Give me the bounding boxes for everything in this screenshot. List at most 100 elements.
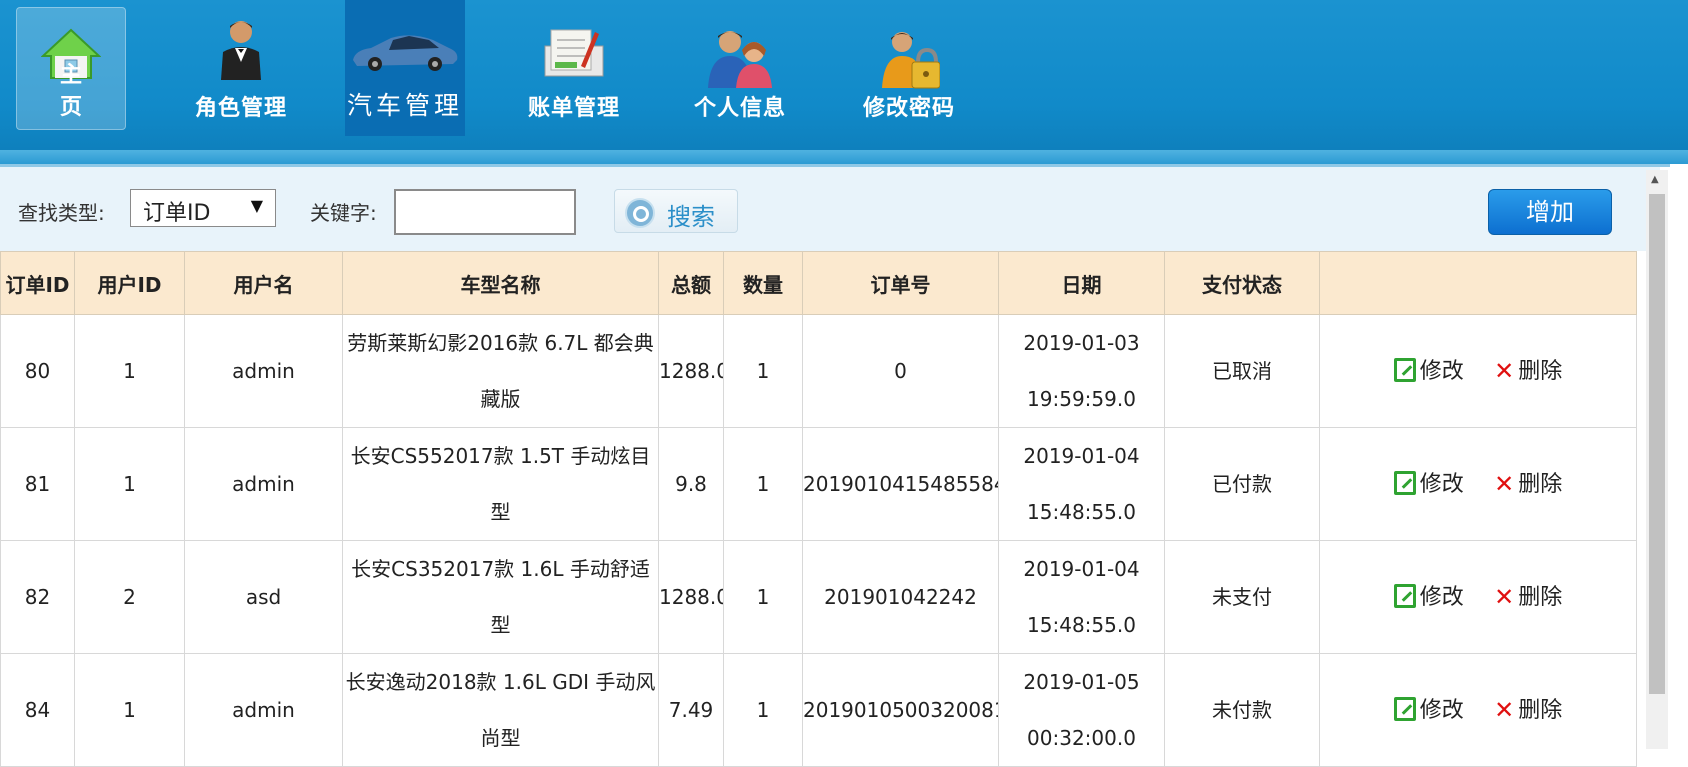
scrollbar-thumb[interactable] [1649,194,1665,694]
search-type-select[interactable]: 订单ID ▼ [130,189,276,227]
nav-home-label: 主 页 [59,63,98,120]
nav-home[interactable]: 主 页 [16,7,126,130]
delete-button[interactable]: ✕ 删除 [1494,569,1562,626]
col-header-user-id: 用户ID [74,251,185,315]
cell-pay-status: 未支付 [1164,540,1320,654]
delete-label: 删除 [1518,584,1563,610]
cell-quantity: 1 [723,427,803,541]
col-header-pay-status: 支付状态 [1164,251,1320,315]
edit-button[interactable]: 修改 [1393,344,1464,400]
table-header-row: 订单ID 用户ID 用户名 车型名称 总额 数量 订单号 日期 支付状态 [0,251,1637,315]
search-type-value: 订单ID [143,201,211,226]
delete-button[interactable]: ✕ 删除 [1494,456,1562,513]
cell-date: 2019-01-05 00:32:00.0 [998,653,1165,767]
cell-order-no: 20190105003200815 [802,653,999,767]
content-panel: 查找类型: 订单ID ▼ 关键字: 搜索 增加 订单ID 用户ID 用户名 车型… [0,164,1670,767]
cell-actions: 修改 ✕ 删除 [1319,314,1637,428]
cell-username: admin [184,427,343,541]
cell-model: 长安CS352017款 1.6L 手动舒适型 [342,540,659,654]
edit-label: 修改 [1419,471,1464,497]
delete-button[interactable]: ✕ 删除 [1494,682,1562,739]
cell-total: 7.49 [658,653,724,767]
edit-icon [1393,583,1416,608]
orders-table: 订单ID 用户ID 用户名 车型名称 总额 数量 订单号 日期 支付状态 80 … [0,251,1637,767]
ledger-icon [541,26,607,88]
edit-label: 修改 [1419,584,1464,610]
edit-icon [1393,470,1416,495]
scroll-up-icon[interactable]: ▲ [1651,174,1659,185]
date-text: 2019-01-03 [1023,331,1140,355]
delete-icon: ✕ [1494,695,1515,724]
top-nav-bar: 主 页 角色管理 汽车管理 账单管理 个人信息 修改密码 [0,0,1688,164]
cell-user-id: 2 [74,540,185,654]
cell-order-id: 84 [0,653,75,767]
delete-button[interactable]: ✕ 删除 [1494,343,1562,400]
col-header-date: 日期 [998,251,1165,315]
search-icon [625,198,655,228]
col-header-model: 车型名称 [342,251,659,315]
cell-pay-status: 未付款 [1164,653,1320,767]
nav-role-management[interactable]: 角色管理 [176,0,306,136]
cell-order-id: 82 [0,540,75,654]
search-type-label: 查找类型: [18,201,105,225]
nav-personal-info[interactable]: 个人信息 [688,0,792,136]
nav-personal-info-label: 个人信息 [693,96,786,121]
delete-label: 删除 [1518,697,1563,723]
col-header-quantity: 数量 [723,251,803,315]
nav-bottom-strip [0,150,1688,164]
cell-actions: 修改 ✕ 删除 [1319,427,1637,541]
time-text: 15:48:55.0 [1027,613,1136,637]
cell-order-id: 80 [0,314,75,428]
nav-bill-management[interactable]: 账单管理 [522,0,626,136]
date-text: 2019-01-05 [1023,670,1140,694]
users-icon [704,26,776,94]
edit-button[interactable]: 修改 [1393,457,1464,513]
chevron-down-icon: ▼ [250,196,263,215]
cell-order-no: 0 [802,314,999,428]
cell-date: 2019-01-03 19:59:59.0 [998,314,1165,428]
cell-model: 长安逸动2018款 1.6L GDI 手动风尚型 [342,653,659,767]
search-button-label: 搜索 [667,203,715,231]
edit-icon [1393,357,1416,382]
nav-bill-management-label: 账单管理 [527,96,620,121]
keyword-input[interactable] [394,189,576,235]
col-header-total: 总额 [658,251,724,315]
cell-username: asd [184,540,343,654]
cell-order-id: 81 [0,427,75,541]
date-text: 2019-01-04 [1023,557,1140,581]
butler-icon [213,18,269,86]
table-row: 82 2 asd 长安CS352017款 1.6L 手动舒适型 1288.0 1… [0,540,1637,654]
time-text: 15:48:55.0 [1027,500,1136,524]
cell-actions: 修改 ✕ 删除 [1319,653,1637,767]
edit-button[interactable]: 修改 [1393,683,1464,739]
cell-user-id: 1 [74,314,185,428]
lock-user-icon [878,28,941,96]
cell-pay-status: 已取消 [1164,314,1320,428]
edit-button[interactable]: 修改 [1393,570,1464,626]
add-button[interactable]: 增加 [1488,189,1612,235]
nav-car-management[interactable]: 汽车管理 [345,0,465,136]
col-header-actions [1319,251,1637,315]
delete-icon: ✕ [1494,582,1515,611]
table-row: 84 1 admin 长安逸动2018款 1.6L GDI 手动风尚型 7.49… [0,653,1637,767]
nav-car-management-label: 汽车管理 [346,91,463,120]
cell-user-id: 1 [74,427,185,541]
cell-quantity: 1 [723,314,803,428]
vertical-scrollbar[interactable]: ▲ [1646,170,1668,749]
cell-quantity: 1 [723,653,803,767]
nav-change-password-label: 修改密码 [862,96,955,121]
cell-model: 劳斯莱斯幻影2016款 6.7L 都会典藏版 [342,314,659,428]
cell-date: 2019-01-04 15:48:55.0 [998,540,1165,654]
cell-username: admin [184,653,343,767]
edit-icon [1393,696,1416,721]
time-text: 00:32:00.0 [1027,726,1136,750]
table-row: 81 1 admin 长安CS552017款 1.5T 手动炫目型 9.8 1 … [0,427,1637,541]
search-button[interactable]: 搜索 [614,189,738,233]
cell-model: 长安CS552017款 1.5T 手动炫目型 [342,427,659,541]
cell-username: admin [184,314,343,428]
col-header-order-no: 订单号 [802,251,999,315]
cell-date: 2019-01-04 15:48:55.0 [998,427,1165,541]
nav-change-password[interactable]: 修改密码 [857,0,961,136]
col-header-username: 用户名 [184,251,343,315]
col-header-order-id: 订单ID [0,251,75,315]
